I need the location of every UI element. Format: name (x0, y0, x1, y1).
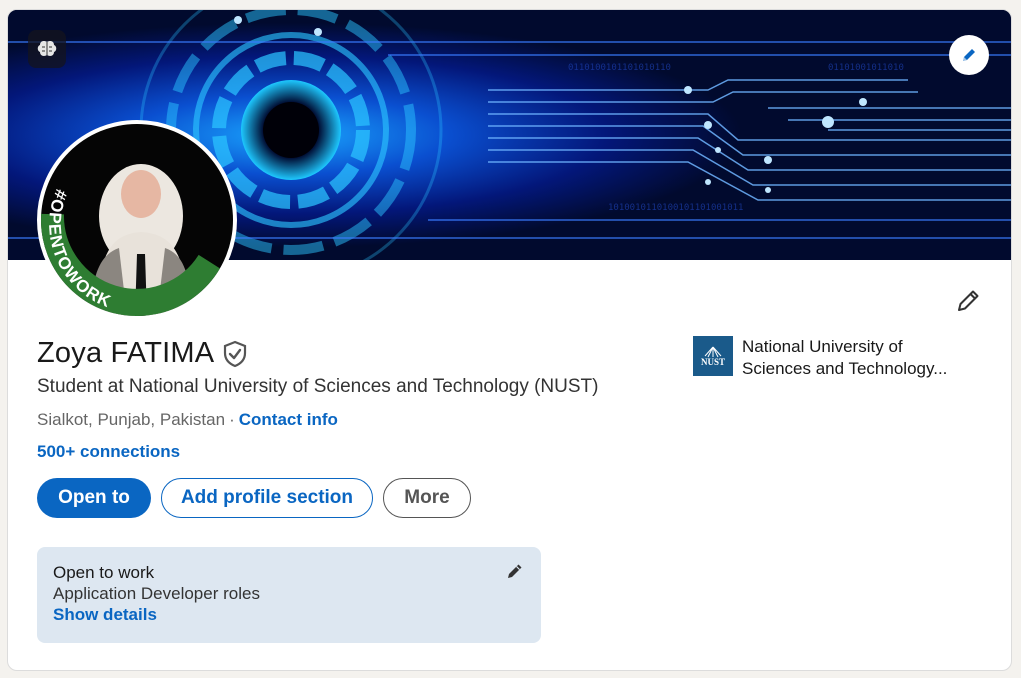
profile-card: 0110100101101010110 10100101101001011010… (7, 9, 1012, 671)
university-crest-icon (704, 346, 722, 357)
profile-name: Zoya FATIMA (37, 337, 215, 369)
open-to-work-title: Open to work (53, 563, 155, 582)
svg-text:1010010110100101101001011: 1010010110100101101001011 (608, 203, 743, 213)
education-name: National University of Sciences and Tech… (742, 336, 967, 380)
profile-photo[interactable]: #OPENTOWORK (37, 120, 237, 320)
open-to-work-roles: Application Developer roles (53, 584, 260, 603)
open-to-button[interactable]: Open to (37, 478, 151, 518)
svg-text:0110100101101010110: 0110100101101010110 (568, 63, 671, 73)
contact-info-link[interactable]: Contact info (239, 410, 338, 429)
add-profile-section-button[interactable]: Add profile section (161, 478, 373, 518)
location-row: Sialkot, Punjab, Pakistan · Contact info (37, 410, 338, 430)
edit-open-to-work-button[interactable] (505, 561, 527, 583)
education-name-line2: Sciences and Technology... (742, 359, 948, 378)
education-link[interactable]: NUST National University of Sciences and… (693, 336, 967, 380)
name-row: Zoya FATIMA (37, 337, 248, 370)
education-name-line1: National University of (742, 337, 903, 356)
pencil-icon (958, 290, 979, 311)
shield-check-icon[interactable] (222, 340, 248, 368)
pencil-icon (508, 564, 522, 578)
avatar: #OPENTOWORK (41, 124, 233, 316)
action-buttons: Open to Add profile section More (37, 478, 471, 518)
pencil-icon (963, 49, 975, 61)
profile-location: Sialkot, Punjab, Pakistan (37, 410, 226, 429)
connections-link[interactable]: 500+ connections (37, 442, 180, 462)
nust-logo: NUST (693, 336, 733, 376)
edit-intro-button[interactable] (952, 285, 984, 317)
more-button[interactable]: More (383, 478, 471, 518)
show-details-link[interactable]: Show details (53, 605, 525, 625)
edit-banner-button[interactable] (949, 35, 989, 75)
logo-text: NUST (700, 356, 725, 367)
profile-headline: Student at National University of Scienc… (37, 376, 599, 397)
svg-text:01101001011010: 01101001011010 (828, 63, 904, 73)
brain-icon (28, 30, 66, 68)
separator: · (229, 410, 235, 429)
open-to-work-card[interactable]: Open to work Application Developer roles… (37, 547, 541, 643)
